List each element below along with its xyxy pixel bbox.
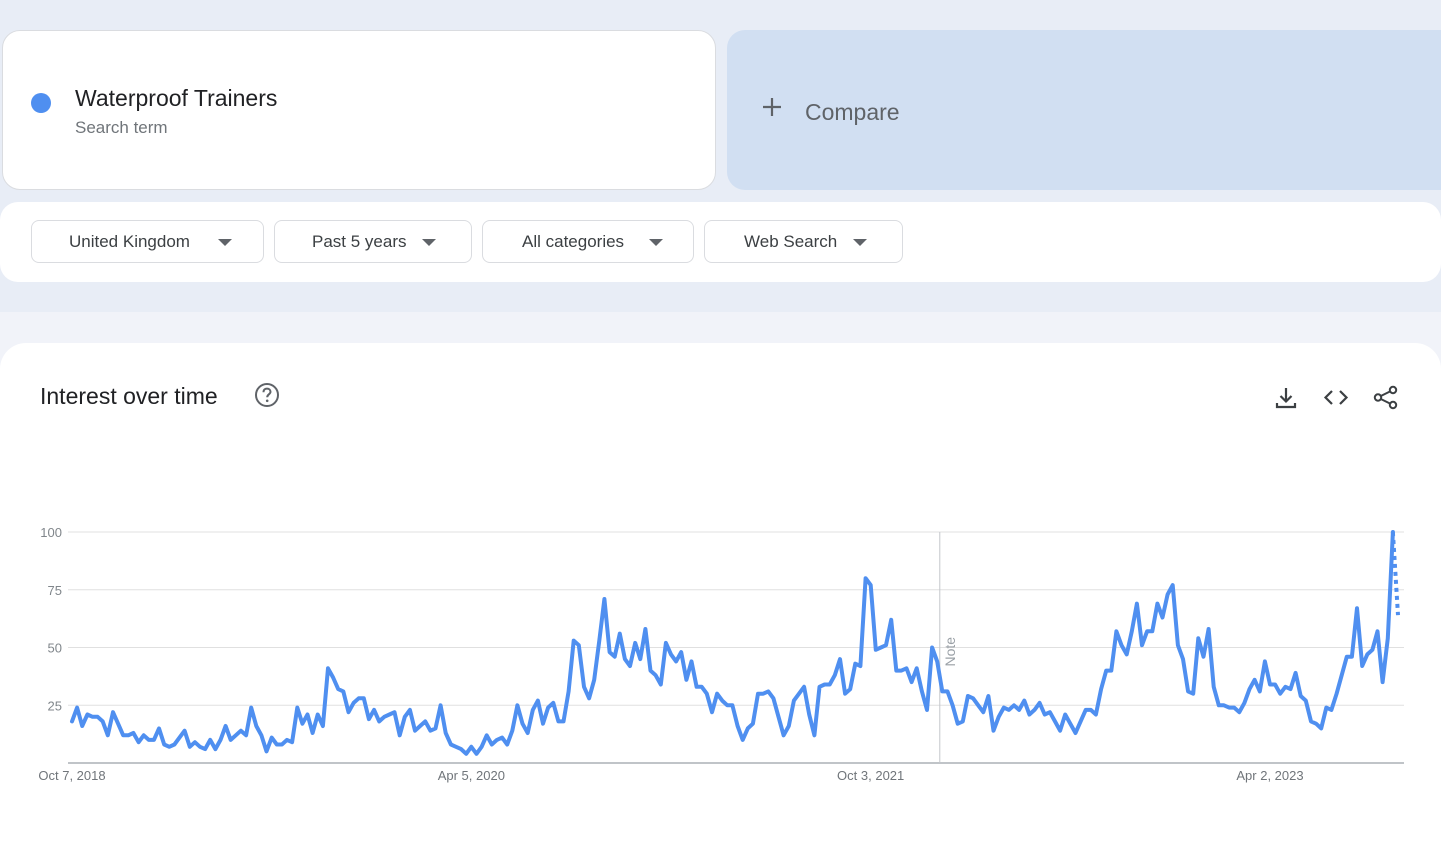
y-tick-label: 75 xyxy=(48,583,62,598)
region-filter[interactable]: United Kingdom xyxy=(31,220,264,263)
note-label: Note xyxy=(942,637,958,667)
section-divider xyxy=(0,282,1441,312)
search-term-card[interactable]: Waterproof Trainers Search term xyxy=(2,30,716,190)
search-type-filter[interactable]: Web Search xyxy=(704,220,903,263)
search-type-filter-label: Web Search xyxy=(744,232,838,251)
caret-down-icon xyxy=(649,239,663,246)
caret-down-icon xyxy=(422,239,436,246)
region-filter-label: United Kingdom xyxy=(69,232,190,251)
search-term-subtitle: Search term xyxy=(75,118,168,137)
category-filter-label: All categories xyxy=(522,232,625,251)
x-tick-label: Apr 5, 2020 xyxy=(438,768,505,783)
y-tick-label: 50 xyxy=(48,641,62,656)
x-tick-label: Oct 3, 2021 xyxy=(837,768,904,783)
y-tick-label: 100 xyxy=(40,525,62,540)
search-term-title[interactable]: Waterproof Trainers xyxy=(75,85,277,112)
category-filter[interactable]: All categories xyxy=(482,220,694,263)
caret-down-icon xyxy=(218,239,232,246)
series-line xyxy=(70,530,1395,756)
filter-bar: United Kingdom Past 5 years All categori… xyxy=(0,202,1441,282)
interest-over-time-panel: Interest over time Note 100 75 50 25 Oct 7, … xyxy=(0,343,1441,843)
series-layer xyxy=(70,530,1400,756)
x-tick-label: Oct 7, 2018 xyxy=(38,768,105,783)
y-tick-label: 25 xyxy=(48,698,62,713)
compare-label: Compare xyxy=(805,99,900,125)
interest-line-chart: Note 100 75 50 25 Oct 7, 2018 Apr 5, 2020 Oct … xyxy=(38,525,1404,783)
compare-button[interactable]: Compare xyxy=(727,30,1441,190)
x-tick-label: Apr 2, 2023 xyxy=(1236,768,1303,783)
caret-down-icon xyxy=(853,239,867,246)
time-range-filter-label: Past 5 years xyxy=(312,232,407,251)
term-color-dot xyxy=(31,93,51,113)
time-range-filter[interactable]: Past 5 years xyxy=(274,220,472,263)
plus-icon xyxy=(761,94,783,124)
note-marker: Note xyxy=(939,532,958,763)
